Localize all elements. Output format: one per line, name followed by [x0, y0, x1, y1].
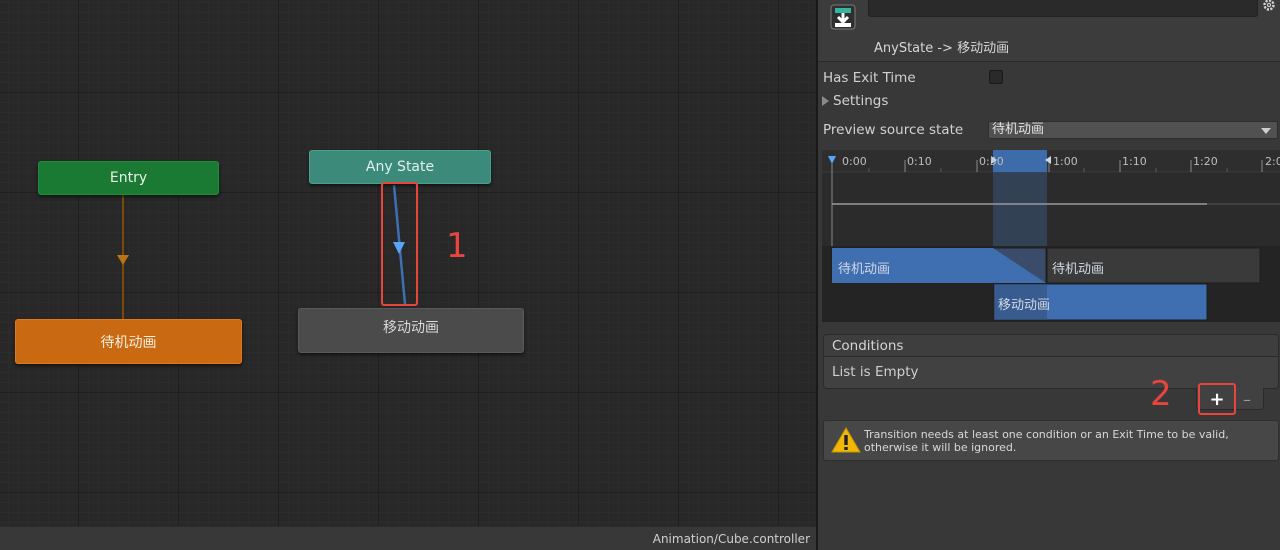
conditions-header: Conditions: [824, 335, 1278, 357]
transition-timeline[interactable]: 0:00 0:10 0:50 1:00 1:10 1:20 2:0 待机动画 待…: [822, 150, 1280, 322]
conditions-list: Conditions List is Empty: [823, 334, 1279, 389]
animator-graph[interactable]: Entry 待机动画 Any State 移动动画 1: [0, 0, 816, 550]
has-exit-time-label: Has Exit Time: [823, 70, 916, 86]
annotation-number-1: 1: [446, 226, 468, 266]
state-node-move-label: 移动动画: [383, 320, 439, 336]
status-bar: Animation/Cube.controller: [0, 526, 816, 550]
transition-name-field[interactable]: [868, 0, 1258, 17]
state-node-idle-label: 待机动画: [100, 334, 157, 351]
annotation-number-2: 2: [1150, 374, 1172, 414]
timeline-tick: 0:50: [979, 155, 1004, 168]
warning-text: Transition needs at least one condition …: [864, 428, 1272, 454]
warning-icon: [831, 427, 861, 453]
inspector-header: AnyState -> 移动动画: [818, 0, 1280, 62]
controller-path: Animation/Cube.controller: [652, 531, 810, 546]
entry-transition-arrow-icon: [117, 255, 129, 265]
source-clip-b-label: 待机动画: [1052, 262, 1105, 277]
warning-box: Transition needs at least one condition …: [823, 420, 1279, 461]
inspector-panel: AnyState -> 移动动画 Has Exit Time Settings …: [816, 0, 1280, 550]
state-node-entry[interactable]: Entry: [38, 161, 219, 195]
timeline-tick: 0:00: [842, 155, 867, 168]
has-exit-time-checkbox[interactable]: [989, 70, 1003, 84]
destination-clip-label: 移动动画: [998, 298, 1051, 313]
warning-line-1: Transition needs at least one condition …: [864, 428, 1229, 441]
remove-condition-button[interactable]: –: [1237, 388, 1257, 410]
expand-arrow-icon: [822, 96, 829, 106]
gear-icon[interactable]: [1262, 0, 1276, 12]
preview-source-value: 待机动画: [992, 122, 1045, 137]
transition-icon: [830, 4, 856, 30]
preview-source-dropdown[interactable]: 待机动画: [988, 121, 1278, 139]
dropdown-caret-icon: [1261, 128, 1271, 134]
transition-range-body: [993, 172, 1047, 246]
settings-foldout[interactable]: Settings: [822, 93, 888, 109]
state-node-idle[interactable]: 待机动画: [15, 319, 242, 364]
annotation-box-transition: [381, 182, 418, 306]
warning-line-2: otherwise it will be ignored.: [864, 441, 1017, 454]
source-clip-a-label: 待机动画: [838, 262, 891, 277]
timeline-tick: 1:20: [1193, 155, 1218, 168]
state-node-any-state-label: Any State: [365, 159, 435, 175]
state-node-entry-label: Entry: [109, 170, 148, 186]
preview-source-label: Preview source state: [823, 122, 964, 138]
timeline-graphics: [822, 150, 1280, 322]
inspector-title: AnyState -> 移动动画: [874, 41, 1010, 56]
timeline-tick: 1:10: [1122, 155, 1147, 168]
timeline-tick: 0:10: [907, 155, 932, 168]
state-node-any-state[interactable]: Any State: [309, 150, 491, 184]
state-node-move[interactable]: 移动动画: [298, 308, 524, 353]
annotation-box-add-button: [1198, 383, 1236, 415]
settings-label: Settings: [833, 93, 889, 109]
timeline-tick: 1:00: [1053, 155, 1078, 168]
timeline-tick: 2:0: [1265, 155, 1280, 168]
